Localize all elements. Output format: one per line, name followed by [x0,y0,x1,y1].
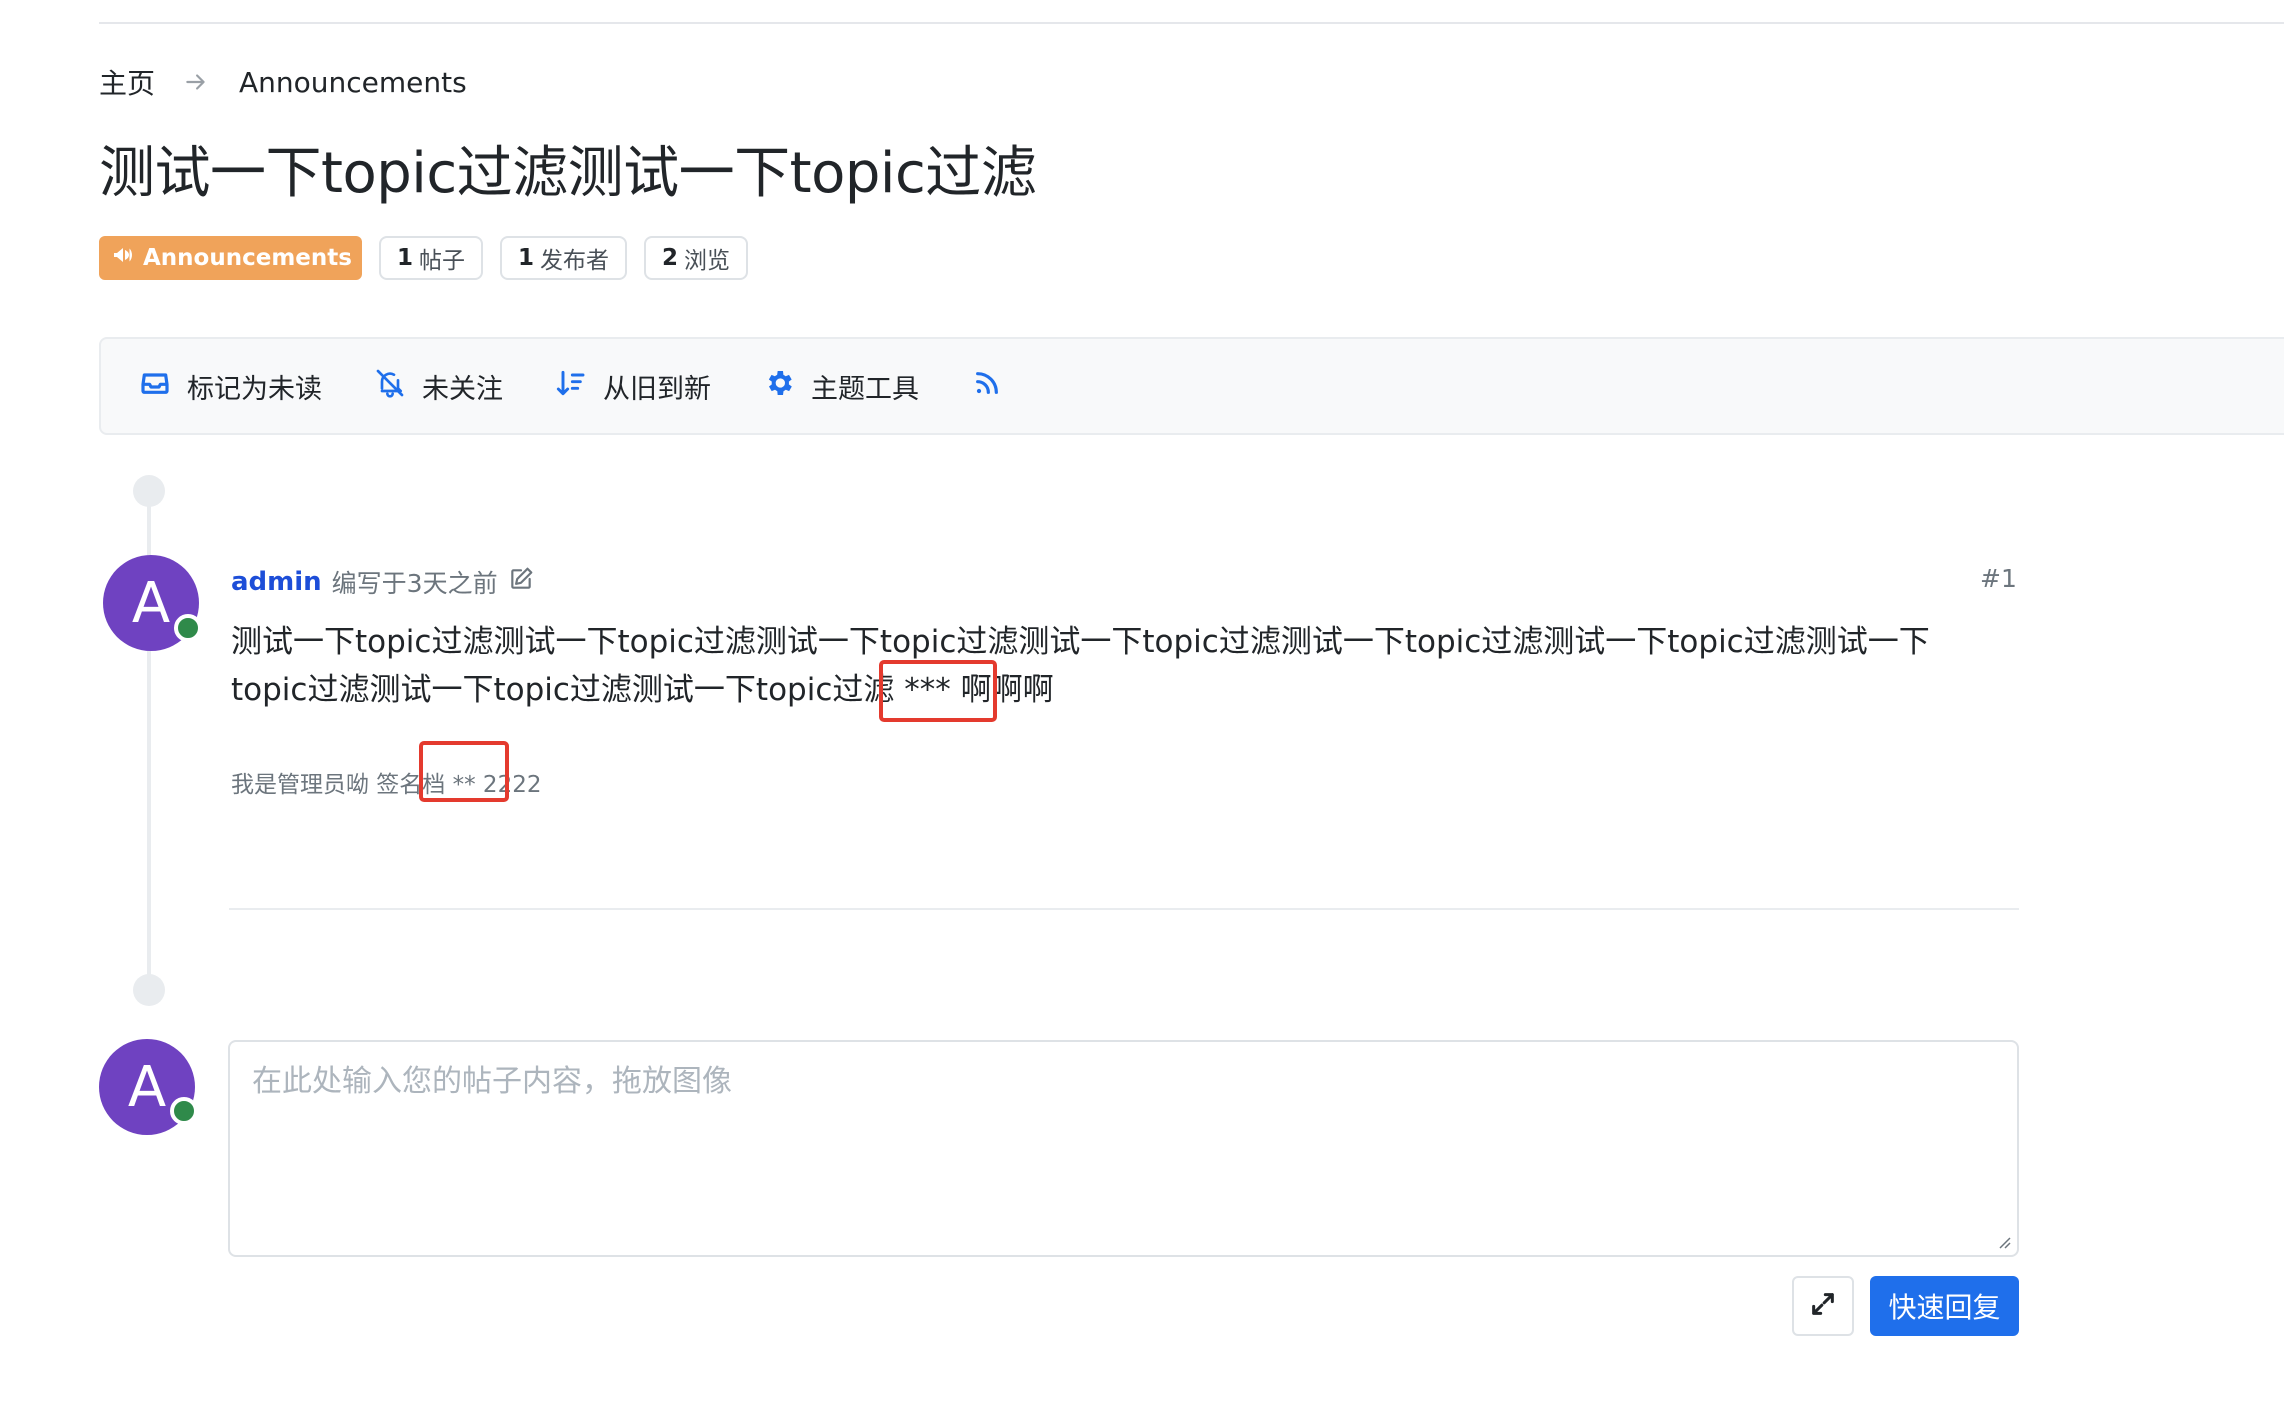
post-content-line: topic过滤测试一下topic过滤测试一下topic过滤 *** 啊啊啊 [231,672,1054,708]
expand-composer-button[interactable] [1792,1276,1854,1336]
topic-title: 测试一下topic过滤测试一下topic过滤 [99,141,1037,206]
posters-count-badge: 1 发布者 [499,236,627,280]
posts-count-badge: 1 帖子 [378,236,483,280]
header-divider [99,22,2284,24]
highlight-box [419,741,509,802]
topic-page: 主页 Announcements 测试一下topic过滤测试一下topic过滤 … [0,0,2284,1422]
views-count: 2 [662,245,679,271]
category-label: Announcements [143,245,352,271]
quick-reply-textarea[interactable]: 在此处输入您的帖子内容，拖放图像 [228,1040,2019,1257]
gear-icon [763,367,795,406]
post-content: 测试一下topic过滤测试一下topic过滤测试一下topic过滤测试一下top… [231,618,2031,714]
expand-icon [1809,1290,1837,1322]
topic-toolbar: 标记为未读 未关注 从旧到新 主题工具 [99,337,2284,435]
topic-tools-label: 主题工具 [811,373,919,405]
topic-tools-button[interactable]: 主题工具 [763,367,919,406]
mark-unread-button[interactable]: 标记为未读 [139,367,322,406]
highlight-box [879,660,997,722]
bell-slash-icon [374,367,406,406]
online-status-dot [170,1097,198,1125]
avatar-letter: A [131,570,171,636]
sort-amount-down-icon [555,367,587,406]
resize-handle[interactable] [1995,1233,2011,1249]
edit-icon[interactable] [508,566,534,598]
online-status-dot [174,614,202,642]
views-label: 浏览 [684,248,731,274]
post-index-link[interactable]: #1 [1980,564,2017,593]
posts-label: 帖子 [418,248,465,274]
breadcrumb: 主页 Announcements [99,62,467,102]
quick-reply-placeholder: 在此处输入您的帖子内容，拖放图像 [252,1064,732,1099]
bullhorn-icon [111,243,135,273]
category-badge[interactable]: Announcements [99,236,362,280]
topic-stats: Announcements 1 帖子 1 发布者 2 浏览 [99,236,749,280]
rss-icon [971,367,1003,406]
post-divider [229,908,2019,910]
rss-button[interactable] [971,367,1003,406]
post-author-link[interactable]: admin [231,567,322,597]
breadcrumb-home-link[interactable]: 主页 [99,62,155,102]
posters-count: 1 [517,245,534,271]
breadcrumb-current: Announcements [239,65,467,99]
avatar-letter: A [127,1054,167,1120]
arrow-right-icon [183,69,209,95]
mark-unread-label: 标记为未读 [187,373,322,405]
timeline-dot [133,475,165,507]
post-timestamp[interactable]: 编写于3天之前 [332,564,498,600]
quick-reply-button[interactable]: 快速回复 [1870,1276,2019,1336]
sort-label: 从旧到新 [603,373,711,405]
inbox-icon [139,367,171,406]
posters-label: 发布者 [540,248,609,274]
post-content-line: 测试一下topic过滤测试一下topic过滤测试一下topic过滤测试一下top… [231,624,1930,660]
views-count-badge: 2 浏览 [644,236,749,280]
posts-count: 1 [396,245,413,271]
sort-button[interactable]: 从旧到新 [555,367,711,406]
post-meta: admin 编写于3天之前 [231,564,534,600]
not-watching-button[interactable]: 未关注 [374,367,503,406]
not-watching-label: 未关注 [422,373,503,405]
timeline-dot [133,974,165,1006]
